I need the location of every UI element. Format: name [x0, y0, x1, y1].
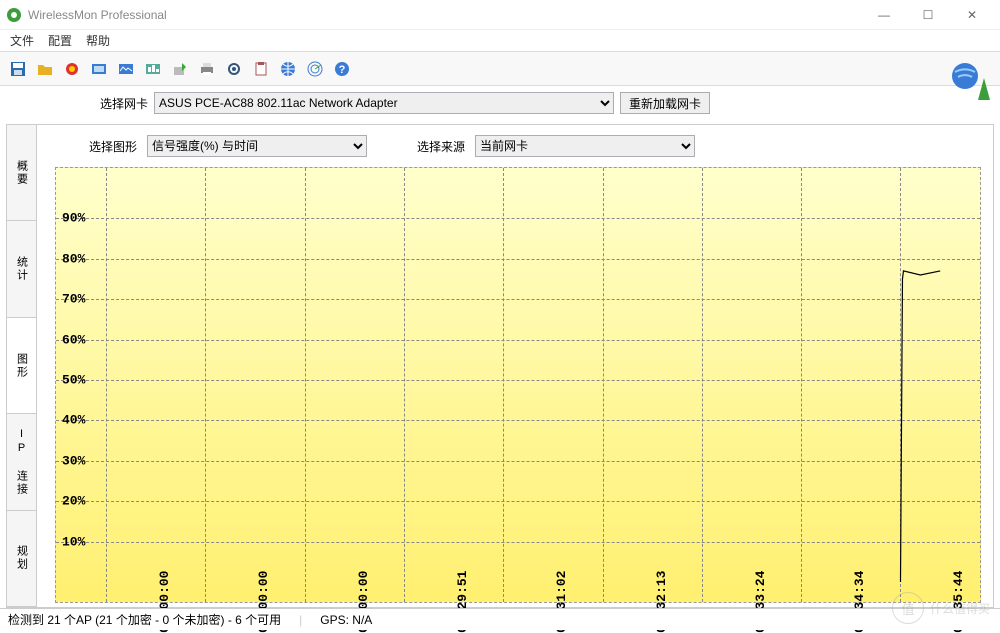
netview3-icon[interactable] [141, 57, 165, 81]
graph-type-label: 选择图形 [89, 138, 137, 155]
tab-summary[interactable]: 概要 [7, 125, 36, 221]
tab-ipconn[interactable]: IP 连接 [7, 414, 36, 510]
watermark-icon: 值 [892, 592, 924, 624]
y-tick-label: 80% [62, 251, 85, 266]
radar-icon[interactable] [303, 57, 327, 81]
y-tick-label: 30% [62, 453, 85, 468]
y-tick-label: 60% [62, 332, 85, 347]
y-tick-label: 10% [62, 534, 85, 549]
export-icon[interactable] [168, 57, 192, 81]
menu-config[interactable]: 配置 [48, 32, 72, 49]
nic-selector-row: 选择网卡 ASUS PCE-AC88 802.11ac Network Adap… [0, 86, 1000, 120]
signal-line [56, 168, 980, 602]
clipboard-icon[interactable] [249, 57, 273, 81]
main-panel: 选择图形 信号强度(%) 与时间 选择来源 当前网卡 10% 20% 30% 40% 5… [37, 125, 993, 607]
settings-icon[interactable] [222, 57, 246, 81]
save-icon[interactable] [6, 57, 30, 81]
help-icon[interactable]: ? [330, 57, 354, 81]
svg-text:?: ? [339, 64, 346, 76]
side-tabs: 概要 统计 图形 IP 连接 规划 [7, 125, 37, 607]
tab-stats[interactable]: 统计 [7, 221, 36, 317]
y-tick-label: 20% [62, 494, 85, 509]
y-tick-label: 90% [62, 211, 85, 226]
status-ap-count: 检测到 21 个AP (21 个加密 - 0 个未加密) - 6 个可用 [8, 611, 281, 628]
titlebar: WirelessMon Professional — ☐ ✕ [0, 0, 1000, 30]
globe-icon[interactable] [276, 57, 300, 81]
menu-file[interactable]: 文件 [10, 32, 34, 49]
window-title: WirelessMon Professional [28, 8, 862, 22]
toolbar: ? [0, 52, 1000, 86]
y-tick-label: 70% [62, 292, 85, 307]
tab-graph[interactable]: 图形 [7, 318, 36, 414]
menu-help[interactable]: 帮助 [86, 32, 110, 49]
graph-type-select[interactable]: 信号强度(%) 与时间 [147, 135, 367, 157]
print-icon[interactable] [195, 57, 219, 81]
signal-chart: 10%20%30%40%50%60%70%80%90%00:00:0000:00… [55, 167, 981, 603]
app-icon [6, 7, 22, 23]
record-icon[interactable] [60, 57, 84, 81]
tab-plan[interactable]: 规划 [7, 511, 36, 607]
y-tick-label: 50% [62, 373, 85, 388]
reload-nic-button[interactable]: 重新加载网卡 [620, 92, 710, 114]
watermark-text: 什么值得买 [930, 600, 990, 617]
status-gps: GPS: N/A [320, 613, 372, 627]
watermark: 值 什么值得买 [892, 592, 990, 624]
window-controls: — ☐ ✕ [862, 1, 994, 29]
wifi-antenna-icon [950, 60, 992, 102]
y-tick-label: 40% [62, 413, 85, 428]
source-select[interactable]: 当前网卡 [475, 135, 695, 157]
statusbar: 检测到 21 个AP (21 个加密 - 0 个未加密) - 6 个可用 | G… [0, 608, 1000, 630]
source-label: 选择来源 [417, 138, 465, 155]
maximize-button[interactable]: ☐ [906, 1, 950, 29]
minimize-button[interactable]: — [862, 1, 906, 29]
content-area: 概要 统计 图形 IP 连接 规划 选择图形 信号强度(%) 与时间 选择来源 … [6, 124, 994, 608]
nic-select[interactable]: ASUS PCE-AC88 802.11ac Network Adapter [154, 92, 614, 114]
nic-label: 选择网卡 [100, 95, 148, 112]
netview1-icon[interactable] [87, 57, 111, 81]
close-button[interactable]: ✕ [950, 1, 994, 29]
netview2-icon[interactable] [114, 57, 138, 81]
chart-selectors: 选择图形 信号强度(%) 与时间 选择来源 当前网卡 [49, 135, 981, 157]
menubar: 文件 配置 帮助 [0, 30, 1000, 52]
folder-icon[interactable] [33, 57, 57, 81]
